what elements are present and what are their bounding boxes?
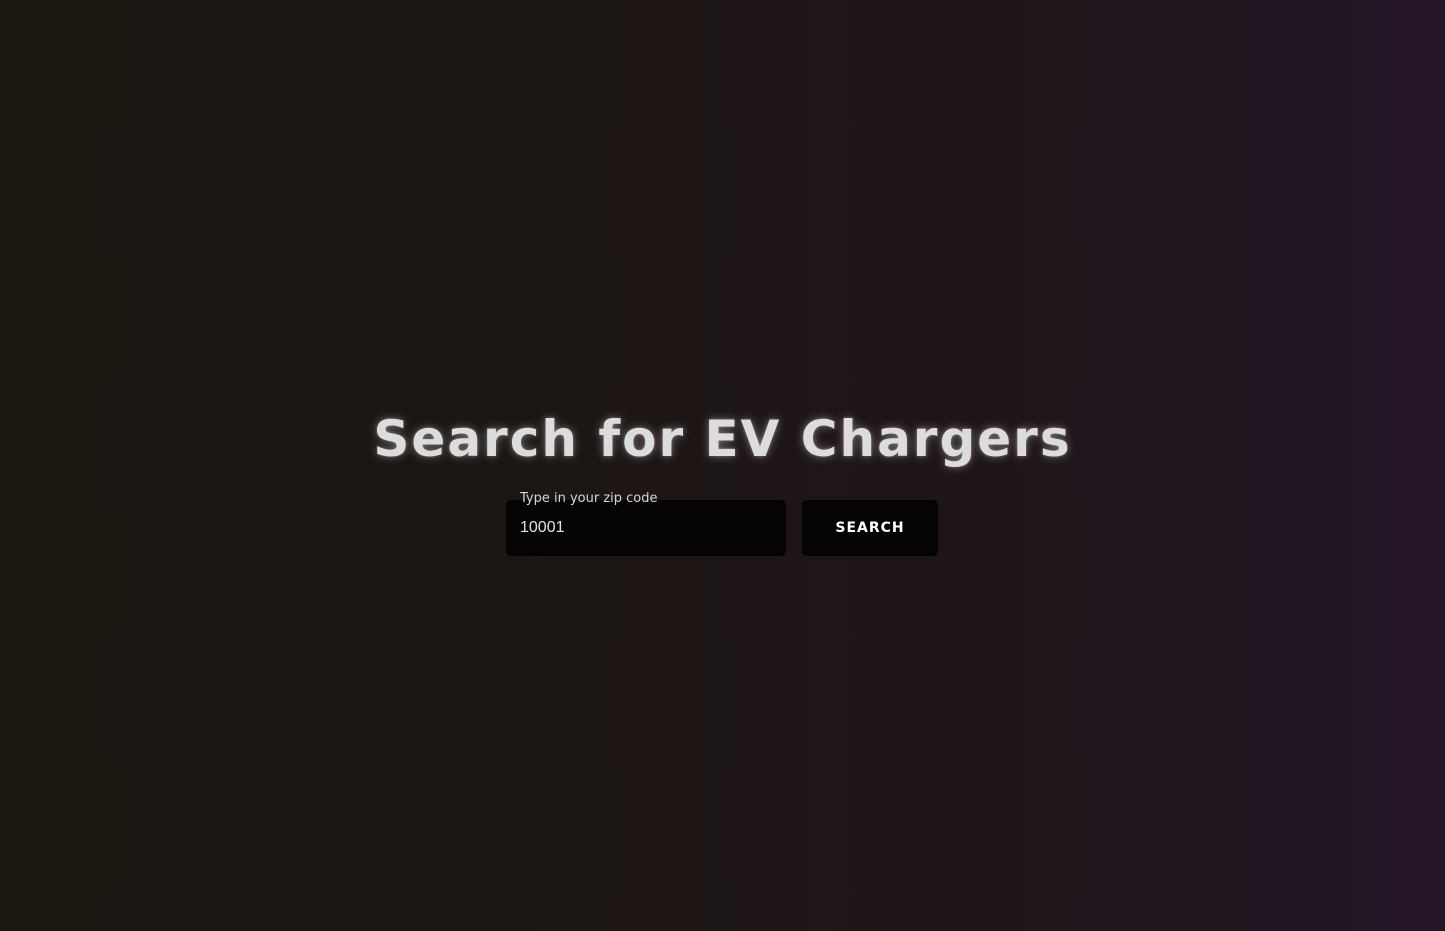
zip-search-form: Type in your zip code SEARCH	[506, 491, 938, 556]
zip-code-label: Type in your zip code	[520, 491, 658, 506]
zip-code-input[interactable]	[506, 500, 786, 556]
search-button[interactable]: SEARCH	[802, 500, 938, 556]
zip-code-field[interactable]: Type in your zip code	[506, 491, 786, 556]
page-title: Search for EV Chargers	[373, 410, 1072, 468]
search-hero: Search for EV Chargers Type in your zip …	[0, 0, 1445, 931]
